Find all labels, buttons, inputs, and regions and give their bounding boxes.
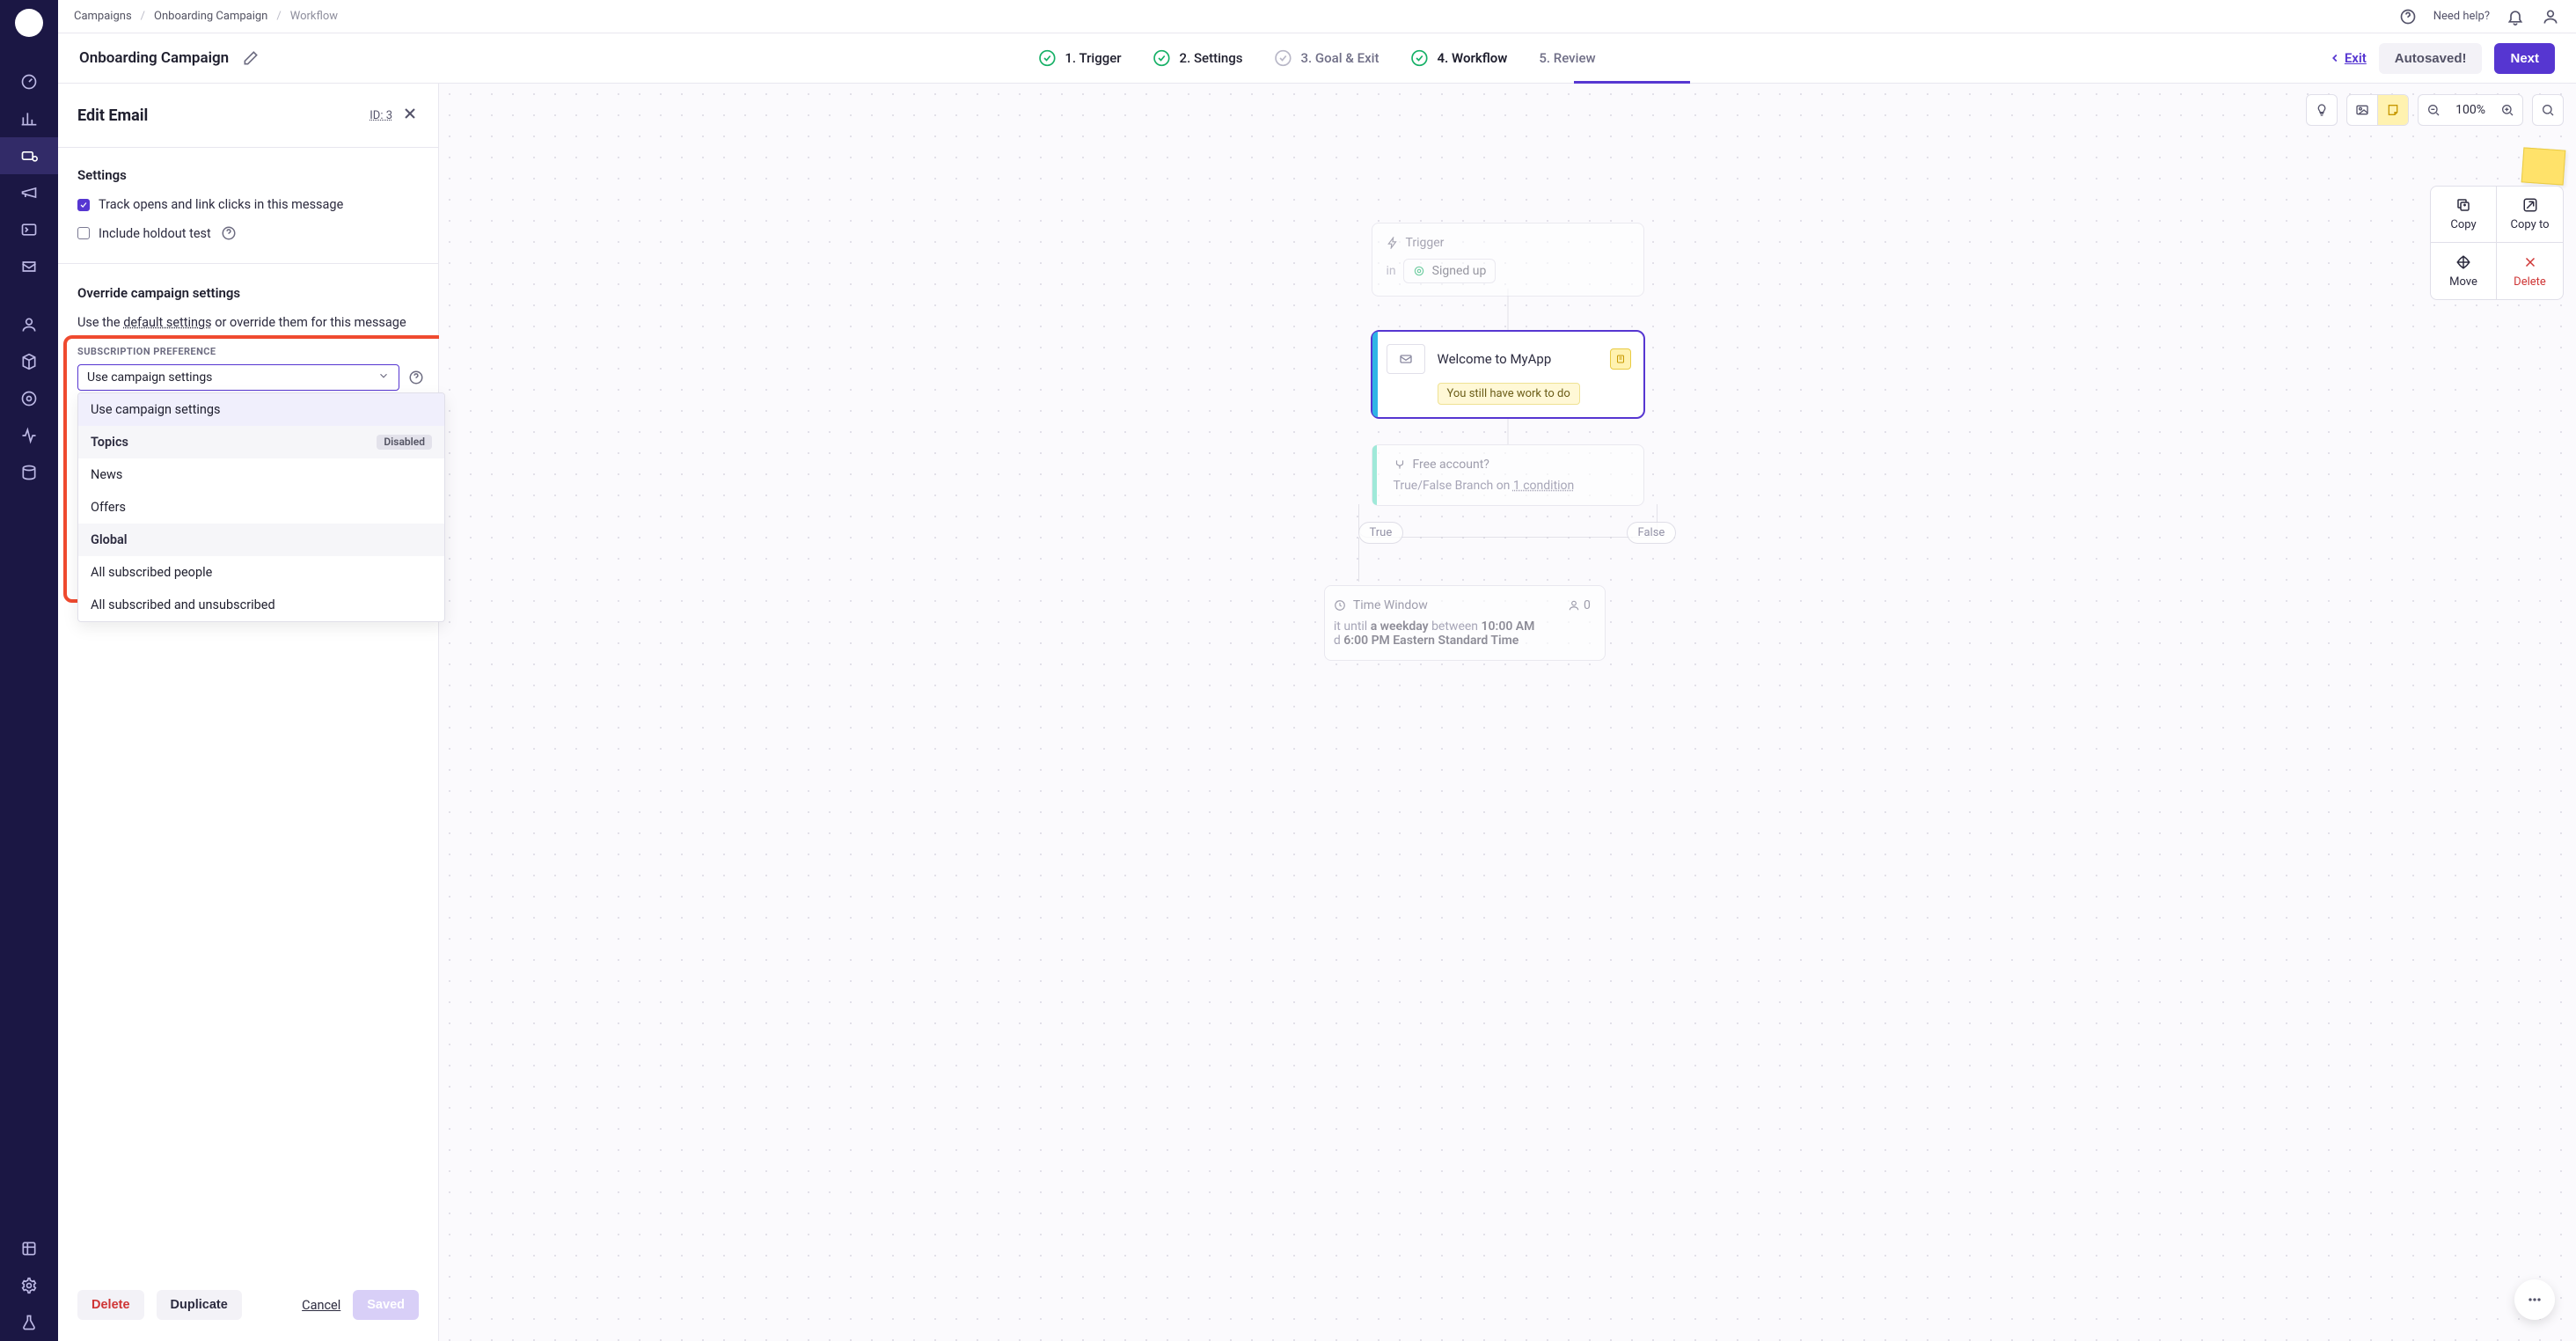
nav-transactional[interactable] bbox=[0, 211, 58, 248]
clock-icon bbox=[1334, 599, 1346, 612]
subscription-preference-dropdown: Use campaign settings Topics Disabled Ne… bbox=[77, 392, 445, 622]
time-window-node[interactable]: Time Window 0 it until a weekday between… bbox=[1324, 585, 1606, 661]
bell-icon[interactable] bbox=[2506, 7, 2525, 26]
step-settings[interactable]: 2. Settings bbox=[1153, 49, 1243, 67]
email-node-note: You still have work to do bbox=[1438, 383, 1580, 405]
branch-condition-link[interactable]: 1 condition bbox=[1513, 479, 1574, 493]
step-review[interactable]: 5. Review bbox=[1539, 50, 1595, 66]
nav-data[interactable] bbox=[0, 454, 58, 491]
nav-campaigns[interactable] bbox=[0, 137, 58, 174]
trigger-node[interactable]: Trigger in Signed up bbox=[1372, 223, 1644, 297]
nav-content[interactable] bbox=[0, 1230, 58, 1267]
email-node-title: Welcome to MyApp bbox=[1438, 351, 1552, 367]
action-move[interactable]: Move bbox=[2431, 243, 2497, 299]
nav-objects[interactable] bbox=[0, 343, 58, 380]
step-trigger[interactable]: 1. Trigger bbox=[1038, 49, 1121, 67]
default-settings-link[interactable]: default settings bbox=[123, 315, 211, 330]
user-icon[interactable] bbox=[2541, 7, 2560, 26]
panel-title: Edit Email bbox=[77, 106, 148, 125]
track-opens-checkbox[interactable]: Track opens and link clicks in this mess… bbox=[77, 197, 419, 212]
branch-node[interactable]: Free account? True/False Branch on 1 con… bbox=[1372, 444, 1644, 506]
exit-link[interactable]: Exit bbox=[2329, 50, 2367, 66]
image-icon[interactable] bbox=[2347, 95, 2377, 125]
subscription-preference-select[interactable]: Use campaign settings bbox=[77, 364, 399, 391]
disabled-badge: Disabled bbox=[377, 435, 432, 450]
checkbox-checked-icon bbox=[77, 199, 90, 211]
checkbox-unchecked-icon bbox=[77, 227, 90, 239]
help-icon[interactable] bbox=[220, 224, 238, 242]
option-use-campaign-settings[interactable]: Use campaign settings bbox=[78, 393, 444, 426]
nav-people[interactable] bbox=[0, 306, 58, 343]
node-actions-card: Copy Copy to Move Delete bbox=[2430, 186, 2564, 300]
breadcrumb: Campaigns / Onboarding Campaign / Workfl… bbox=[74, 10, 338, 23]
nav-activity[interactable] bbox=[0, 417, 58, 454]
override-heading: Override campaign settings bbox=[77, 285, 419, 301]
email-id[interactable]: ID: 3 bbox=[370, 109, 392, 122]
subscription-preference-label: SUBSCRIPTION PREFERENCE bbox=[77, 346, 419, 357]
delete-button[interactable]: Delete bbox=[77, 1290, 144, 1320]
duplicate-button[interactable]: Duplicate bbox=[157, 1290, 242, 1320]
settings-heading: Settings bbox=[77, 167, 419, 183]
breadcrumb-current: Workflow bbox=[290, 10, 338, 23]
action-delete[interactable]: Delete bbox=[2497, 243, 2563, 299]
option-news[interactable]: News bbox=[78, 458, 444, 491]
action-copy-to[interactable]: Copy to bbox=[2497, 187, 2563, 243]
action-copy[interactable]: Copy bbox=[2431, 187, 2497, 243]
note-badge-icon[interactable] bbox=[1610, 348, 1631, 370]
pencil-icon[interactable] bbox=[241, 48, 260, 68]
nav-segments[interactable] bbox=[0, 380, 58, 417]
sticky-note-icon[interactable] bbox=[2378, 95, 2408, 125]
left-nav-rail bbox=[0, 0, 58, 1341]
campaign-title: Onboarding Campaign bbox=[79, 49, 229, 67]
edit-email-panel: Edit Email ID: 3 Settings Track opens an… bbox=[58, 84, 439, 1341]
lightning-icon bbox=[1387, 237, 1399, 249]
nav-dashboard[interactable] bbox=[0, 63, 58, 100]
zoom-in-icon[interactable] bbox=[2492, 95, 2522, 125]
email-node[interactable]: Welcome to MyApp You still have work to … bbox=[1371, 330, 1645, 419]
nav-labs[interactable] bbox=[0, 1304, 58, 1341]
workflow-canvas[interactable]: 100% Copy Copy to Move Delete T bbox=[439, 84, 2576, 1341]
idea-icon[interactable] bbox=[2307, 95, 2337, 125]
workspace-avatar[interactable] bbox=[15, 9, 43, 37]
next-button[interactable]: Next bbox=[2494, 43, 2555, 74]
nav-analytics[interactable] bbox=[0, 100, 58, 137]
chevron-down-icon bbox=[377, 370, 390, 385]
person-icon bbox=[1568, 599, 1580, 612]
step-bar: Onboarding Campaign 1. Trigger 2. Settin… bbox=[58, 33, 2576, 84]
breadcrumb-campaign-name[interactable]: Onboarding Campaign bbox=[154, 10, 267, 23]
saved-button[interactable]: Saved bbox=[353, 1290, 419, 1320]
more-actions-fab[interactable] bbox=[2514, 1279, 2555, 1320]
zoom-level: 100% bbox=[2448, 95, 2492, 125]
step-workflow[interactable]: 4. Workflow bbox=[1410, 49, 1507, 67]
search-icon[interactable] bbox=[2533, 95, 2563, 125]
option-group-global: Global bbox=[78, 524, 444, 556]
help-icon[interactable] bbox=[408, 369, 424, 386]
step-goal-exit[interactable]: 3. Goal & Exit bbox=[1274, 49, 1379, 67]
option-offers[interactable]: Offers bbox=[78, 491, 444, 524]
need-help-link[interactable]: Need help? bbox=[2433, 10, 2490, 23]
holdout-test-checkbox[interactable]: Include holdout test bbox=[77, 224, 419, 242]
connector bbox=[1358, 538, 1359, 582]
breadcrumb-campaigns[interactable]: Campaigns bbox=[74, 10, 132, 23]
autosaved-button[interactable]: Autosaved! bbox=[2379, 43, 2483, 74]
branch-false-label: False bbox=[1627, 522, 1677, 544]
branch-true-label: True bbox=[1358, 522, 1404, 544]
target-icon bbox=[1413, 265, 1425, 277]
close-icon[interactable] bbox=[401, 103, 419, 128]
breadcrumb-bar: Campaigns / Onboarding Campaign / Workfl… bbox=[58, 0, 2576, 33]
cancel-link[interactable]: Cancel bbox=[302, 1298, 340, 1313]
override-text: Use the default settings or override the… bbox=[77, 315, 419, 330]
zoom-out-icon[interactable] bbox=[2419, 95, 2448, 125]
help-icon[interactable] bbox=[2398, 7, 2418, 26]
nav-settings[interactable] bbox=[0, 1267, 58, 1304]
mail-icon bbox=[1387, 344, 1425, 374]
option-all-sub-unsub[interactable]: All subscribed and unsubscribed bbox=[78, 589, 444, 621]
option-all-subscribed[interactable]: All subscribed people bbox=[78, 556, 444, 589]
sticky-note-preview[interactable] bbox=[2521, 147, 2566, 185]
nav-broadcasts[interactable] bbox=[0, 174, 58, 211]
branch-icon bbox=[1394, 458, 1406, 471]
nav-deliveries[interactable] bbox=[0, 248, 58, 285]
option-group-topics: Topics Disabled bbox=[78, 426, 444, 458]
